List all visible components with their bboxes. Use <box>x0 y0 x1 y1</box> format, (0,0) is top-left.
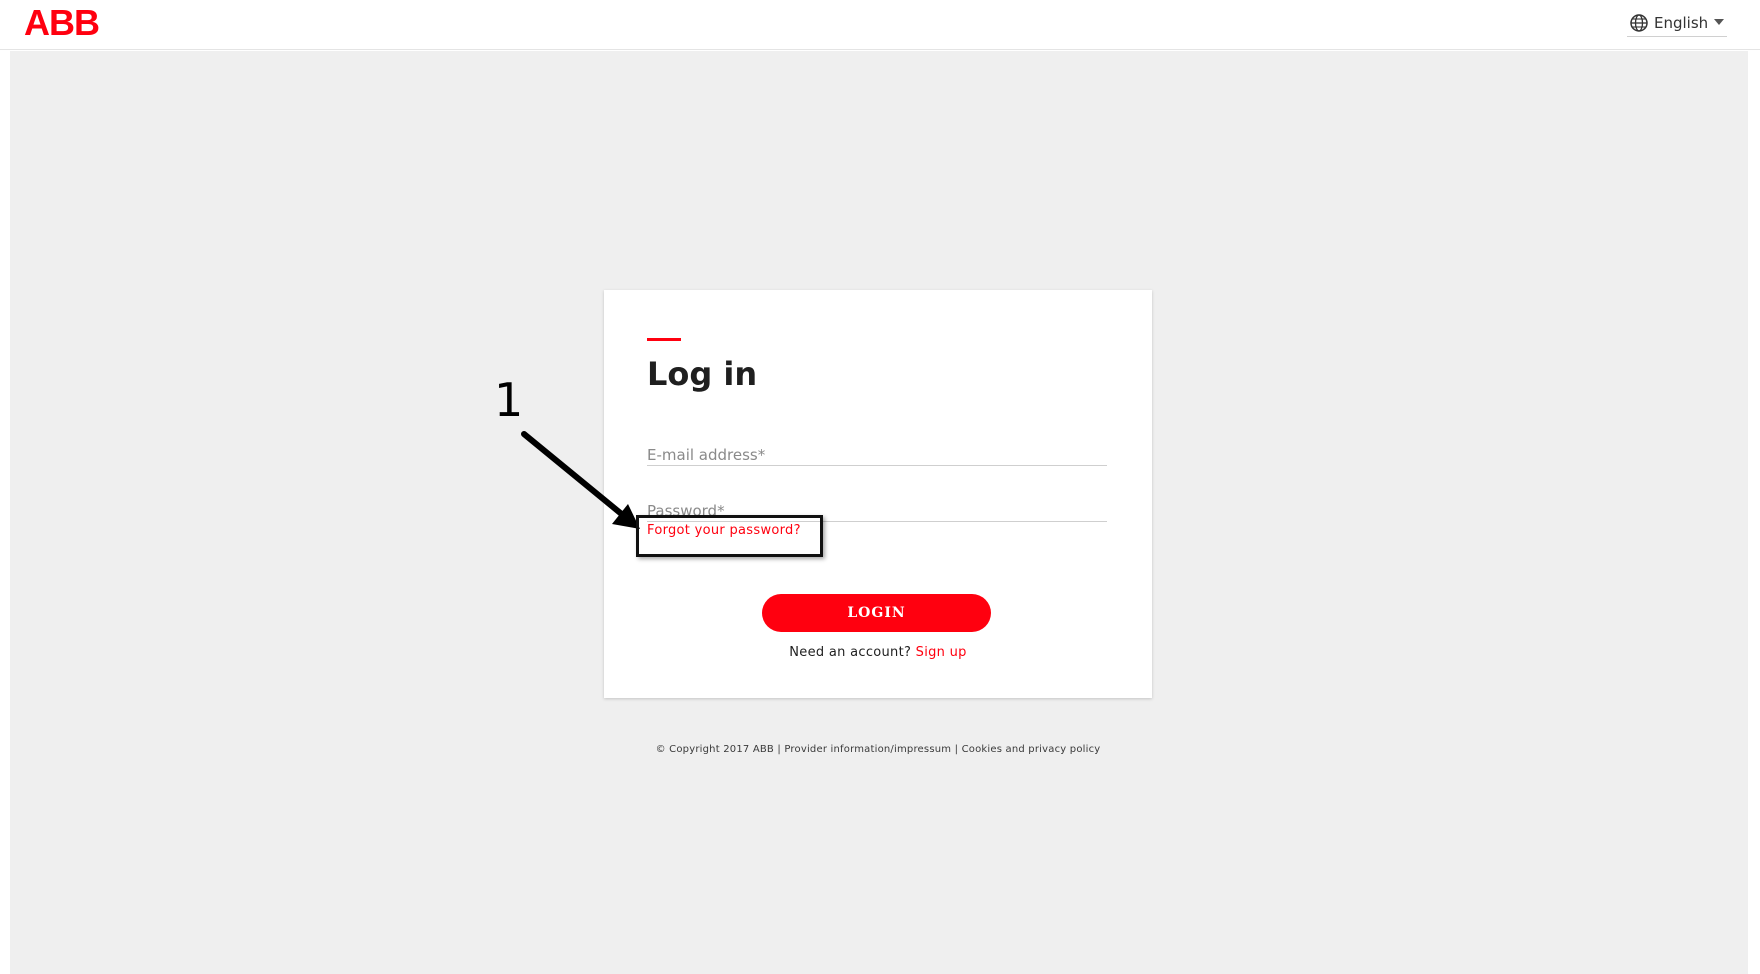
login-button[interactable]: LOGIN <box>762 594 991 632</box>
login-card: Log in Forgot your password? LOGIN Need … <box>604 290 1152 698</box>
email-input[interactable] <box>647 438 1107 465</box>
footer-separator: | <box>777 744 781 755</box>
email-field <box>647 438 1107 466</box>
signup-link[interactable]: Sign up <box>916 645 967 660</box>
svg-text:ABB: ABB <box>24 5 99 39</box>
annotation-highlight-box <box>636 515 823 557</box>
title-accent-line <box>647 338 681 341</box>
copyright-text: © Copyright 2017 ABB <box>655 744 774 755</box>
signup-prompt: Need an account? <box>789 645 912 660</box>
language-selector[interactable]: English <box>1627 10 1727 37</box>
annotation-arrow-icon <box>521 431 640 529</box>
page-title: Log in <box>647 355 758 393</box>
footer: © Copyright 2017 ABB | Provider informat… <box>604 744 1152 755</box>
provider-info-link[interactable]: Provider information/impressum <box>784 744 951 755</box>
footer-separator: | <box>954 744 959 755</box>
language-label: English <box>1654 14 1709 32</box>
globe-icon <box>1630 14 1648 32</box>
annotation-number: 1 <box>494 373 524 427</box>
privacy-policy-link[interactable]: Cookies and privacy policy <box>962 744 1101 755</box>
abb-logo[interactable]: ABB <box>24 5 104 39</box>
signup-line: Need an account? Sign up <box>604 645 1152 660</box>
chevron-down-icon <box>1714 19 1724 25</box>
top-bar: ABB English <box>0 0 1760 50</box>
